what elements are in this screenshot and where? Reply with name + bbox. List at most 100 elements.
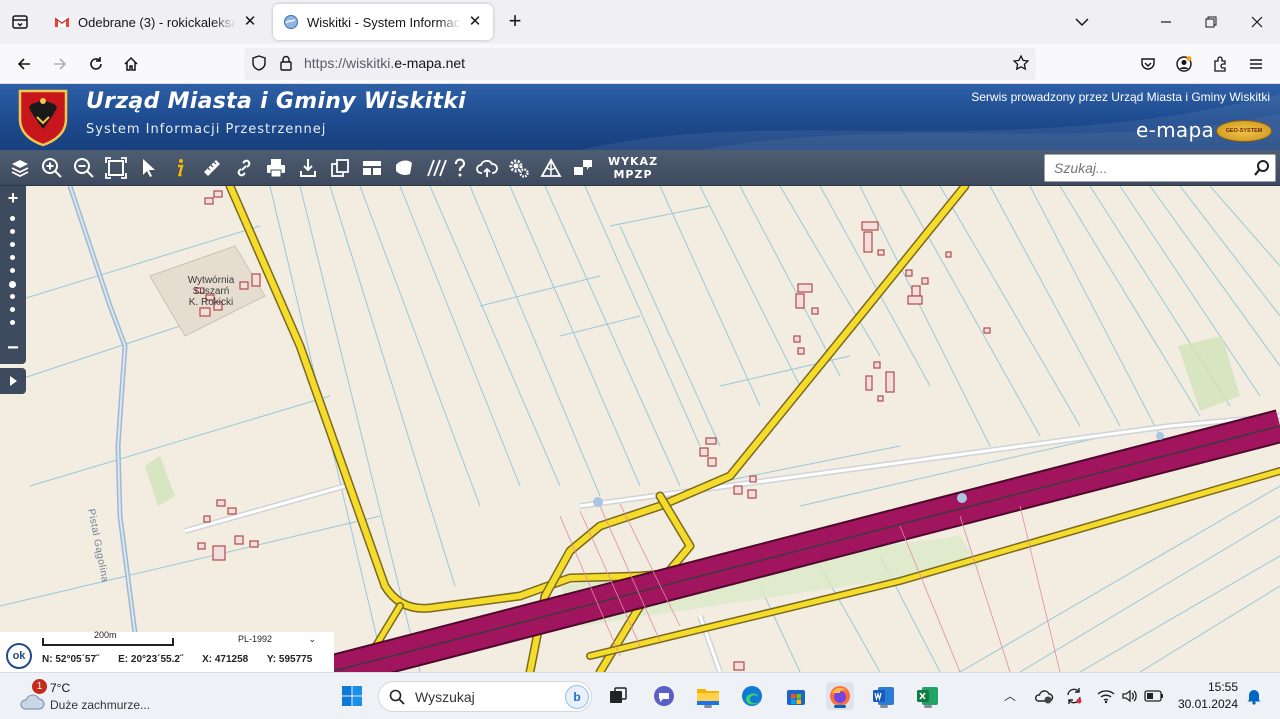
ok-button[interactable]: ok [6, 643, 32, 669]
zoom-level-dot[interactable] [10, 242, 15, 247]
menu-icon[interactable] [1244, 52, 1268, 76]
restore-icon[interactable] [1199, 10, 1223, 34]
zoom-level-dot[interactable] [10, 307, 15, 312]
y-coordinate: Y: 595775 [266, 654, 313, 665]
search-icon[interactable] [1253, 159, 1271, 182]
zoom-level-dot[interactable] [10, 255, 15, 260]
reload-icon[interactable] [84, 52, 108, 76]
zoom-minus-button[interactable]: − [4, 338, 22, 358]
lock-icon[interactable] [278, 54, 294, 77]
running-indicator [924, 705, 932, 708]
running-indicator [880, 705, 888, 708]
tab-list-icon[interactable] [8, 10, 32, 34]
panel-toggle-button[interactable] [0, 368, 26, 394]
zoom-level-current[interactable] [9, 281, 16, 288]
sync-icon[interactable] [1060, 682, 1088, 710]
pocket-icon[interactable] [1136, 52, 1160, 76]
clock-time[interactable]: 15:55 [1194, 680, 1238, 694]
windows-start-icon[interactable] [338, 682, 366, 710]
terrain-icon[interactable] [539, 156, 563, 180]
firefox-icon[interactable] [826, 682, 854, 710]
cloud-upload-icon[interactable] [475, 156, 499, 180]
wykaz-mpzp-button[interactable]: WYKAZ MPZP [604, 155, 662, 181]
windows-taskbar: 1 7°C Duże zachmurze... Wyszukaj b ︿ 15:… [0, 672, 1280, 719]
excel-icon[interactable] [914, 682, 942, 710]
minimize-icon[interactable] [1154, 10, 1178, 34]
wykaz-line2: MPZP [613, 168, 653, 181]
zoom-out-icon[interactable] [72, 156, 96, 180]
factory-label-line3: K. Rokicki [188, 297, 234, 308]
map-search-box[interactable] [1044, 154, 1276, 182]
layers-icon[interactable] [8, 156, 32, 180]
link-icon[interactable] [232, 156, 256, 180]
factory-label-line2: Suszarń [192, 286, 230, 297]
zoom-slider[interactable]: + − [0, 186, 26, 364]
help-icon[interactable] [448, 156, 472, 180]
map-search-input[interactable] [1045, 155, 1245, 181]
crs-value: PL-1992 [238, 634, 273, 644]
select-arrow-icon[interactable] [136, 156, 160, 180]
battery-icon[interactable] [1140, 682, 1168, 710]
map-toolbar: WYKAZ MPZP [0, 150, 1280, 186]
word-icon[interactable] [870, 682, 898, 710]
zoom-level-dot[interactable] [10, 294, 15, 299]
x-coordinate: X: 471258 [202, 654, 249, 665]
back-arrow-icon[interactable] [12, 52, 36, 76]
gmail-icon [54, 14, 70, 30]
zoom-level-dot[interactable] [10, 268, 15, 273]
zoom-level-dot[interactable] [10, 216, 15, 221]
tab-wiskitki[interactable]: Wiskitki - System Informacji Przestrzenn… [273, 4, 493, 40]
list-all-tabs-icon[interactable] [1070, 10, 1094, 34]
download-icon[interactable] [296, 156, 320, 180]
edge-browser-icon[interactable] [738, 682, 766, 710]
zoom-in-icon[interactable] [40, 156, 64, 180]
running-indicator [834, 705, 846, 708]
measure-ruler-icon[interactable] [200, 156, 224, 180]
task-view-icon[interactable] [604, 682, 632, 710]
onedrive-status-icon[interactable] [1030, 682, 1058, 710]
tracking-shield-icon[interactable] [250, 54, 268, 77]
emapa-logo[interactable]: e-mapa [1136, 118, 1214, 142]
forward-arrow-icon[interactable] [48, 52, 72, 76]
info-icon[interactable] [168, 156, 192, 180]
layout-icon[interactable] [360, 156, 384, 180]
zoom-plus-button[interactable]: + [4, 189, 22, 207]
home-icon[interactable] [119, 52, 143, 76]
settings-icon[interactable] [507, 156, 531, 180]
hatch-icon[interactable] [424, 156, 448, 180]
zoom-level-dot[interactable] [10, 229, 15, 234]
taskbar-search[interactable]: Wyszukaj b [378, 681, 592, 712]
address-bar[interactable]: https://wiskitki.e-mapa.net [244, 48, 1036, 80]
new-tab-button[interactable]: + [503, 10, 527, 34]
account-icon[interactable] [1172, 52, 1196, 76]
coordinate-readout: N: 52°05´57˝ E: 20°23´55.2˝ X: 471258 Y:… [42, 654, 328, 665]
site-subtitle: System Informacji Przestrzennej [86, 122, 327, 137]
zoom-level-dot[interactable] [10, 320, 15, 325]
copy-icon[interactable] [328, 156, 352, 180]
bing-icon[interactable]: b [565, 685, 589, 709]
close-window-icon[interactable] [1245, 10, 1269, 34]
notification-bell-icon[interactable] [1240, 682, 1268, 710]
extensions-icon[interactable] [1208, 52, 1232, 76]
close-tab-icon[interactable]: ✕ [242, 14, 258, 30]
map-canvas[interactable]: Wytwórnia Suszarń K. Rokicki Pistal Gągo… [0, 186, 1280, 672]
geosystem-badge[interactable]: GEO-SYSTEM [1216, 120, 1272, 142]
chevron-up-icon[interactable]: ︿ [1004, 687, 1016, 704]
map-base-layer [0, 186, 1280, 672]
full-extent-icon[interactable] [104, 156, 128, 180]
tab-gmail[interactable]: Odebrane (3) - rokickaleksandra ✕ [44, 4, 268, 40]
print-icon[interactable] [264, 156, 288, 180]
chat-icon[interactable] [571, 156, 595, 180]
file-explorer-icon[interactable] [694, 682, 722, 710]
close-tab-icon[interactable]: ✕ [467, 14, 483, 30]
clock-date[interactable]: 30.01.2024 [1176, 697, 1238, 711]
coordinate-status-panel: ok 200m PL-1992 ⌄ N: 52°05´57˝ E: 20°23´… [0, 630, 334, 672]
shape-icon[interactable] [392, 156, 416, 180]
tab-title: Wiskitki - System Informacji Przestrzenn… [307, 14, 461, 30]
weather-temperature: 7°C [50, 681, 71, 695]
bookmark-star-icon[interactable] [1012, 54, 1030, 77]
weather-widget[interactable]: 1 7°C Duże zachmurze... [16, 679, 176, 715]
crs-select[interactable]: PL-1992 ⌄ [238, 634, 318, 644]
microsoft-store-icon[interactable] [782, 682, 810, 710]
teams-chat-icon[interactable] [650, 682, 678, 710]
